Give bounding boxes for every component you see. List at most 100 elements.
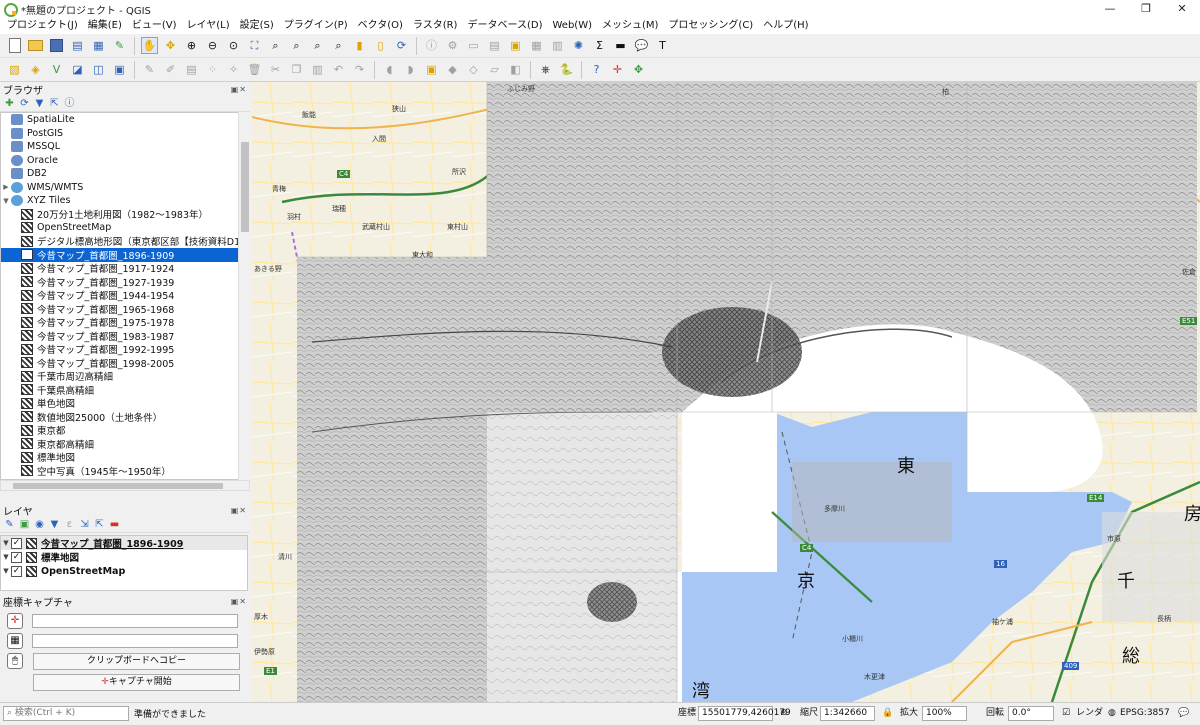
processing-toolbox-icon[interactable]: ✺: [570, 37, 587, 54]
layer-item[interactable]: ▼ ✓ 今昔マップ_首都圏_1896-1909: [1, 536, 247, 550]
remove-layer-icon[interactable]: ▬: [108, 518, 121, 531]
text-annotation-icon[interactable]: T: [654, 37, 671, 54]
filter-legend-icon[interactable]: ▼: [48, 518, 61, 531]
capture-map-crs-field[interactable]: [32, 634, 238, 648]
copy-features-icon[interactable]: ❐: [288, 61, 305, 78]
cut-features-icon[interactable]: ✂: [267, 61, 284, 78]
zoom-next-icon[interactable]: ⌕: [330, 37, 347, 54]
label-change-icon[interactable]: ▱: [486, 61, 503, 78]
collapse-chevron-icon[interactable]: ▼: [1, 197, 11, 205]
browser-item[interactable]: DB2: [1, 167, 249, 181]
menu-plugins[interactable]: プラグイン(P): [279, 18, 353, 34]
browser-item[interactable]: 今昔マップ_首都圏_1992-1995: [1, 343, 249, 356]
filter-browser-icon[interactable]: ▼: [33, 97, 46, 110]
browser-item[interactable]: PostGIS: [1, 127, 249, 141]
redo-icon[interactable]: ↷: [351, 61, 368, 78]
browser-item[interactable]: 数値地図25000（土地条件）: [1, 410, 249, 424]
browser-item[interactable]: 20万分1土地利用図（1982～1983年）: [1, 208, 249, 221]
measure-icon[interactable]: ▬: [612, 37, 629, 54]
menu-mesh[interactable]: メッシュ(M): [597, 18, 663, 34]
attribute-table-icon[interactable]: ▦: [528, 37, 545, 54]
browser-item[interactable]: 今昔マップ_首都圏_1927-1939: [1, 275, 249, 289]
browser-vertical-scrollbar[interactable]: [238, 112, 250, 480]
map-tips-icon[interactable]: 💬: [633, 37, 650, 54]
label-pin-icon[interactable]: ◗: [402, 61, 419, 78]
add-group-icon[interactable]: ▣: [18, 518, 31, 531]
browser-horizontal-scrollbar[interactable]: [0, 480, 250, 491]
browser-item[interactable]: 単色地図: [1, 397, 249, 410]
browser-item[interactable]: 千葉市周辺高精細: [1, 370, 249, 383]
deselect-icon[interactable]: ▣: [507, 37, 524, 54]
track-mouse-icon[interactable]: 🖱: [7, 653, 23, 669]
capture-crs-field[interactable]: [32, 614, 238, 628]
identify-icon[interactable]: ⓘ: [423, 37, 440, 54]
layer-visibility-checkbox[interactable]: ✓: [11, 551, 22, 563]
menu-help[interactable]: ヘルプ(H): [758, 18, 813, 34]
label-move-icon[interactable]: ◆: [444, 61, 461, 78]
messages-icon[interactable]: 💬: [1178, 707, 1189, 720]
delete-selected-icon[interactable]: 🗑: [246, 61, 263, 78]
refresh-icon[interactable]: ⟳: [393, 37, 410, 54]
manage-map-themes-icon[interactable]: ◉: [33, 518, 46, 531]
zoom-to-layer-icon[interactable]: ⌕: [288, 37, 305, 54]
new-geopackage-layer-icon[interactable]: ◈: [27, 61, 44, 78]
layer-visibility-checkbox[interactable]: ✓: [11, 565, 22, 577]
scale-field[interactable]: 1:342660: [820, 706, 875, 721]
locator-search-input[interactable]: ⌕ 検索(Ctrl + K): [3, 706, 129, 721]
browser-item[interactable]: 今昔マップ_首都圏_1998-2005: [1, 356, 249, 370]
browser-item-selected[interactable]: 今昔マップ_首都圏_1896-1909: [1, 248, 249, 262]
statistics-sigma-icon[interactable]: Σ: [591, 37, 608, 54]
label-show-hide-icon[interactable]: ◧: [507, 61, 524, 78]
browser-item[interactable]: 今昔マップ_首都圏_1965-1968: [1, 302, 249, 316]
zoom-last-icon[interactable]: ⌕: [309, 37, 326, 54]
render-checkbox[interactable]: ☑: [1062, 707, 1070, 720]
data-source-manager-icon[interactable]: ▧: [6, 61, 23, 78]
coordinate-capture-icon[interactable]: ✛: [609, 61, 626, 78]
crs-select-icon[interactable]: ✛: [7, 613, 23, 629]
layer-expand-icon[interactable]: ▼: [1, 553, 11, 561]
layer-expand-icon[interactable]: ▼: [1, 539, 11, 547]
field-calculator-icon[interactable]: ▥: [549, 37, 566, 54]
layer-expand-icon[interactable]: ▼: [1, 567, 11, 575]
virtual-layer-icon[interactable]: ▣: [111, 61, 128, 78]
browser-item[interactable]: ▼ XYZ Tiles: [1, 194, 249, 208]
maximize-button[interactable]: ❐: [1128, 0, 1164, 18]
save-edits-icon[interactable]: ▤: [183, 61, 200, 78]
georeferencer-icon[interactable]: ✥: [630, 61, 647, 78]
zoom-native-icon[interactable]: ⊙: [225, 37, 242, 54]
browser-item[interactable]: デジタル標高地形図（東京都区部【技術資料D1: [1, 235, 249, 248]
pan-to-selection-icon[interactable]: ✥: [162, 37, 179, 54]
browser-item[interactable]: SpatiaLite: [1, 113, 249, 127]
menu-database[interactable]: データベース(D): [462, 18, 547, 34]
pan-hand-icon[interactable]: ✋: [141, 37, 158, 54]
menu-vector[interactable]: ベクタ(O): [353, 18, 408, 34]
new-print-layout-icon[interactable]: ▤: [69, 37, 86, 54]
help-icon[interactable]: ?: [588, 61, 605, 78]
label-highlight-icon[interactable]: ▣: [423, 61, 440, 78]
toggle-editing-icon[interactable]: ✐: [162, 61, 179, 78]
label-toolbar-icon[interactable]: ◖: [381, 61, 398, 78]
undo-icon[interactable]: ↶: [330, 61, 347, 78]
style-manager-icon[interactable]: ✎: [111, 37, 128, 54]
menu-settings[interactable]: 設定(S): [235, 18, 279, 34]
zoom-in-icon[interactable]: ⊕: [183, 37, 200, 54]
coordinate-field[interactable]: 15501779,4260179: [698, 706, 791, 721]
show-bookmarks-icon[interactable]: ▯: [372, 37, 389, 54]
layer-styling-icon[interactable]: ✎: [3, 518, 16, 531]
browser-item[interactable]: 空中写真（1945年～1950年）: [1, 464, 249, 478]
open-project-icon[interactable]: [27, 37, 44, 54]
add-vector-layer-icon[interactable]: V: [48, 61, 65, 78]
menu-edit[interactable]: 編集(E): [83, 18, 127, 34]
add-wms-layer-icon[interactable]: ◪: [69, 61, 86, 78]
new-project-icon[interactable]: [6, 37, 23, 54]
plugin-manager-icon[interactable]: ⎈: [537, 61, 554, 78]
menu-layer[interactable]: レイヤ(L): [182, 18, 235, 34]
browser-item[interactable]: OpenStreetMap: [1, 221, 249, 235]
menu-project[interactable]: プロジェクト(J): [2, 18, 83, 34]
browser-item[interactable]: 標準地図: [1, 451, 249, 464]
browser-item[interactable]: 今昔マップ_首都圏_1983-1987: [1, 329, 249, 343]
browser-item[interactable]: 今昔マップ_首都圏_1917-1924: [1, 262, 249, 275]
crs-globe-icon[interactable]: ◍: [1108, 707, 1116, 720]
layer-item[interactable]: ▼ ✓ OpenStreetMap: [1, 564, 247, 578]
add-wfs-layer-icon[interactable]: ◫: [90, 61, 107, 78]
